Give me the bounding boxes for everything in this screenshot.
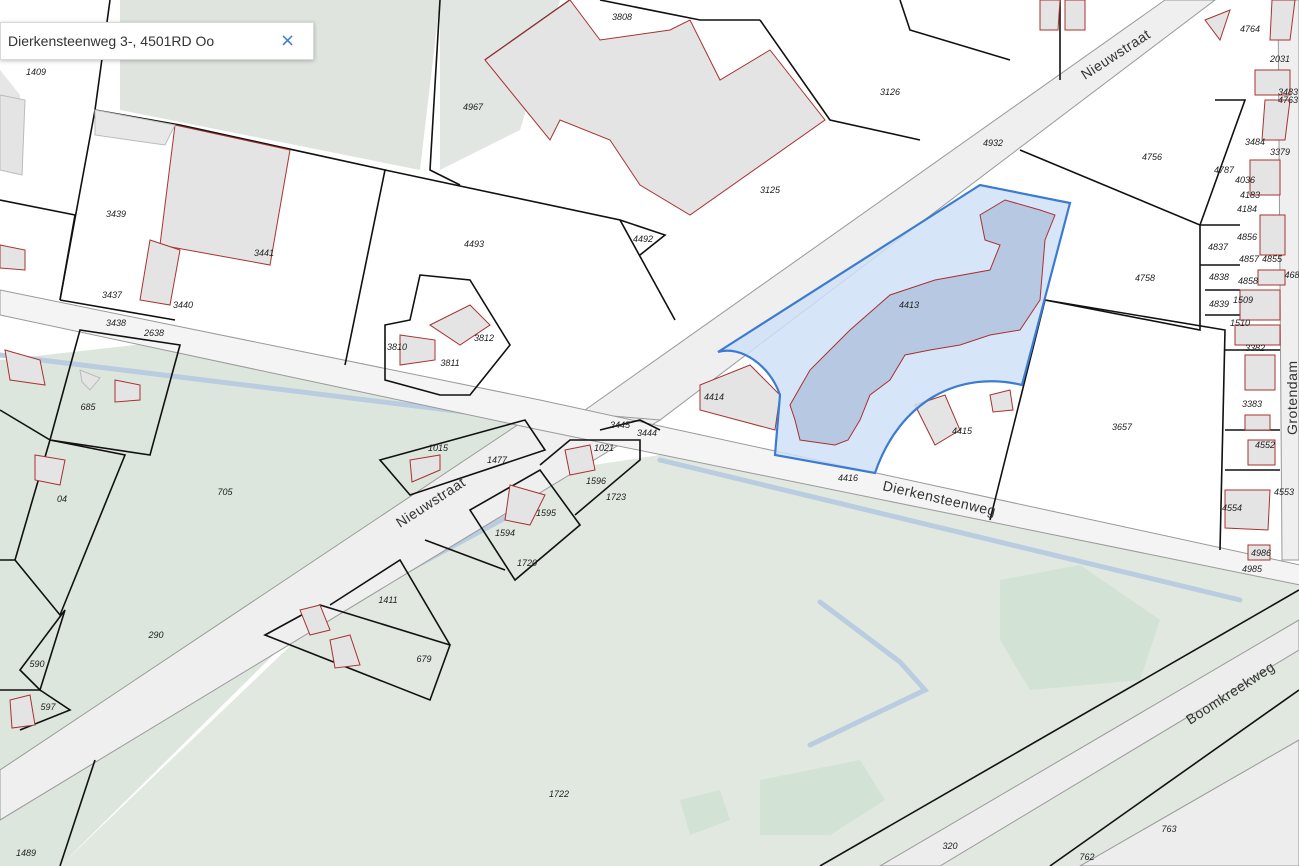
parcel-number-label: 3441 xyxy=(254,248,274,258)
parcel-number-label: 705 xyxy=(217,487,233,497)
parcel-number-label: 4036 xyxy=(1235,175,1255,185)
parcel-number-label: 3383 xyxy=(1242,399,1262,409)
parcel-number-label: 4183 xyxy=(1240,190,1260,200)
parcel-number-label: 3439 xyxy=(106,209,126,219)
parcel-number-label: 4413 xyxy=(899,300,919,310)
parcel-number-label: 4493 xyxy=(464,239,484,249)
parcel-number-label: 1594 xyxy=(495,528,515,538)
parcel-number-label: 320 xyxy=(942,841,957,851)
parcel-number-label: 4932 xyxy=(983,138,1003,148)
parcel-number-label: 290 xyxy=(147,630,163,640)
parcel-number-label: 4415 xyxy=(952,426,973,436)
parcel-number-label: 3125 xyxy=(760,185,781,195)
cadastral-map[interactable]: 3808476420313483476314094967312649324756… xyxy=(0,0,1299,866)
parcel-number-label: 4985 xyxy=(1242,564,1263,574)
parcel-number-label: 4855 xyxy=(1262,254,1283,264)
parcel-number-label: 4856 xyxy=(1237,232,1257,242)
parcel-number-label: 3126 xyxy=(880,87,900,97)
parcel-number-label: 4764 xyxy=(1240,24,1260,34)
parcel-number-label: 3810 xyxy=(387,342,407,352)
parcel-number-label: 763 xyxy=(1161,824,1176,834)
parcel-number-label: 762 xyxy=(1079,852,1094,862)
parcel-number-label: 3444 xyxy=(637,428,657,438)
parcel-number-label: 4986 xyxy=(1251,548,1271,558)
parcel-number-label: 4839 xyxy=(1209,299,1229,309)
street-label: Grotendam xyxy=(1284,360,1299,435)
parcel-number-label: 3379 xyxy=(1270,147,1290,157)
parcel-number-label: 1595 xyxy=(536,508,557,518)
parcel-number-label: 1409 xyxy=(26,67,46,77)
parcel-number-label: 679 xyxy=(416,654,431,664)
parcel-number-label: 3382 xyxy=(1245,343,1265,353)
parcel-number-label: 1509 xyxy=(1233,295,1253,305)
parcel-number-label: 1489 xyxy=(16,848,36,858)
parcel-number-label: 2638 xyxy=(143,328,164,338)
parcel-number-label: 3438 xyxy=(106,318,126,328)
parcel-number-label: 4552 xyxy=(1255,440,1275,450)
parcel-number-label: 4554 xyxy=(1222,503,1242,513)
parcel-number-label: 4857 xyxy=(1239,254,1260,264)
parcel-number-label: 1722 xyxy=(549,789,569,799)
parcel-number-label: 597 xyxy=(40,702,56,712)
parcel-number-label: 685 xyxy=(80,402,96,412)
search-input[interactable] xyxy=(8,33,266,49)
parcel-number-label: 3445 xyxy=(610,420,631,430)
parcel-number-label: 3808 xyxy=(612,12,632,22)
parcel-number-label: 2031 xyxy=(1269,54,1290,64)
parcel-number-label: 4838 xyxy=(1209,272,1229,282)
parcel-number-label: 4858 xyxy=(1238,276,1258,286)
parcel-number-label: 4414 xyxy=(704,392,724,402)
parcel-number-label: 3811 xyxy=(440,358,459,368)
parcel-number-label: 4758 xyxy=(1135,273,1155,283)
parcel-number-label: 4967 xyxy=(463,102,484,112)
parcel-number-label: 4763 xyxy=(1278,95,1298,105)
parcel-number-label: 3657 xyxy=(1112,422,1133,432)
parcel-number-label: 4553 xyxy=(1274,487,1294,497)
parcel-number-label: 1477 xyxy=(487,455,508,465)
parcel-number-label: 3440 xyxy=(173,300,193,310)
parcel-number-label: 3437 xyxy=(102,290,123,300)
parcel-number-label: 1723 xyxy=(606,492,626,502)
parcel-number-label: 4787 xyxy=(1214,165,1235,175)
parcel-number-label: 4492 xyxy=(633,234,653,244)
close-icon[interactable]: × xyxy=(280,32,295,50)
parcel-number-label: 4416 xyxy=(838,473,858,483)
parcel-number-label: 1596 xyxy=(586,476,606,486)
parcel-number-label: 1510 xyxy=(1230,318,1250,328)
parcel-number-label: 1720 xyxy=(517,558,537,568)
parcel-number-label: 04 xyxy=(57,494,67,504)
parcel-number-label: 3812 xyxy=(474,333,494,343)
parcel-number-label: 468 xyxy=(1284,270,1299,280)
parcel-number-label: 1021 xyxy=(594,443,614,453)
parcel-number-label: 4756 xyxy=(1142,152,1162,162)
parcel-number-label: 4184 xyxy=(1237,204,1257,214)
parcel-number-label: 4837 xyxy=(1208,242,1229,252)
parcel-number-label: 1411 xyxy=(378,595,397,605)
parcel-number-label: 1015 xyxy=(428,443,449,453)
parcel-number-label: 590 xyxy=(29,659,44,669)
address-search-box: × xyxy=(0,22,314,60)
parcel-number-label: 3484 xyxy=(1245,137,1265,147)
